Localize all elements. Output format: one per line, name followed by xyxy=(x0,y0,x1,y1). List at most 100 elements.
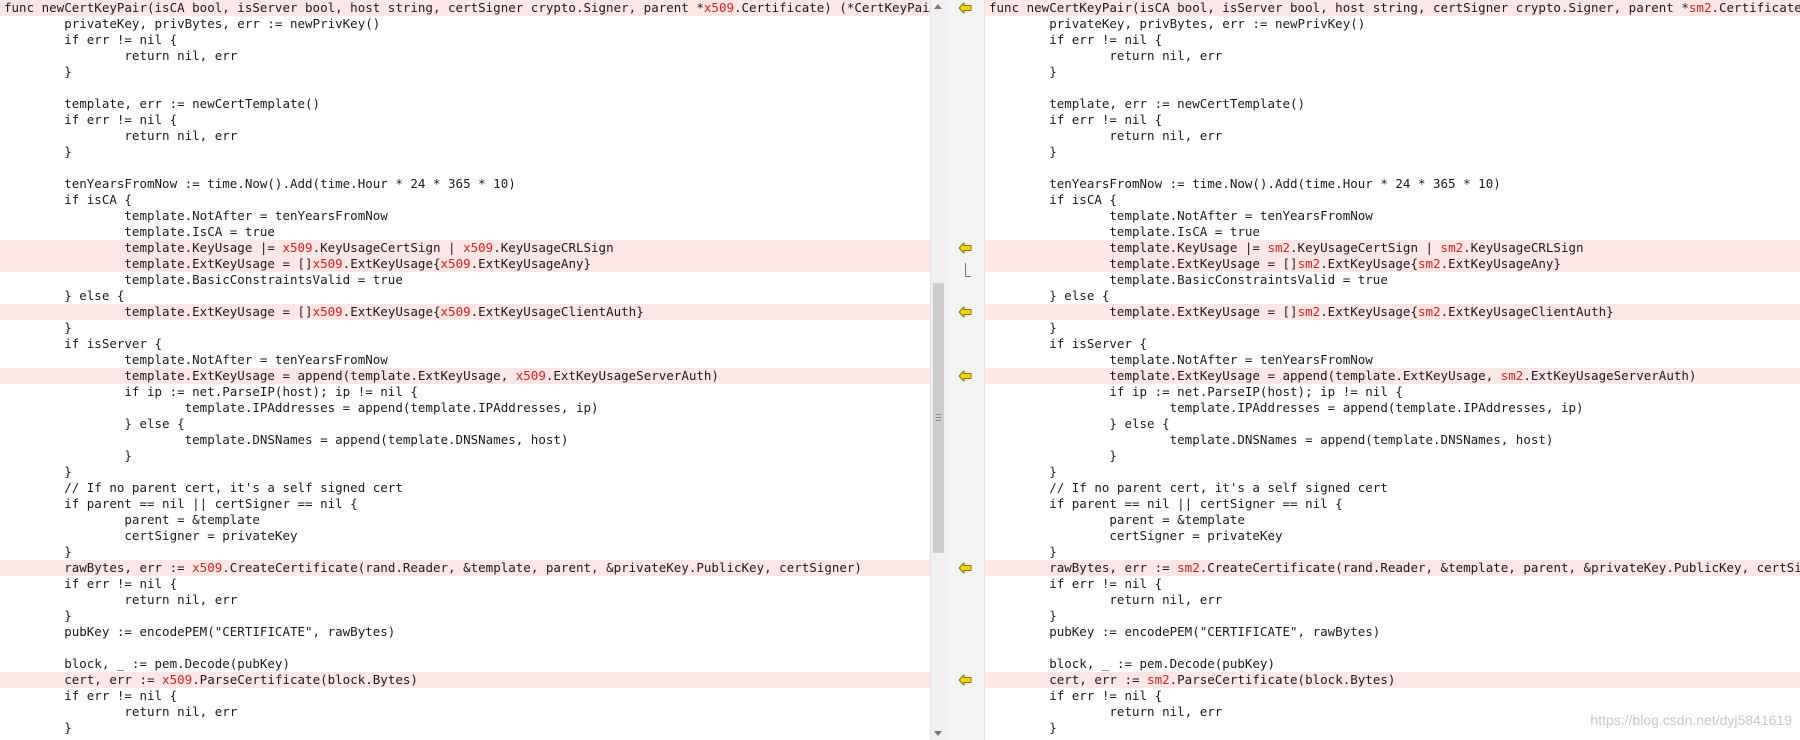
code-line[interactable]: template.NotAfter = tenYearsFromNow xyxy=(985,208,1800,224)
changed-code-line[interactable]: template.ExtKeyUsage = append(template.E… xyxy=(985,368,1800,384)
code-line[interactable]: if err != nil { xyxy=(985,112,1800,128)
code-line[interactable]: template, err := newCertTemplate() xyxy=(0,96,930,112)
code-line[interactable] xyxy=(0,80,930,96)
changed-code-line[interactable]: template.KeyUsage |= sm2.KeyUsageCertSig… xyxy=(985,240,1800,256)
code-line[interactable]: } xyxy=(985,144,1800,160)
left-arrow-icon[interactable] xyxy=(958,242,972,254)
code-line[interactable]: if ip := net.ParseIP(host); ip != nil { xyxy=(985,384,1800,400)
code-line[interactable]: template.DNSNames = append(template.DNSN… xyxy=(0,432,930,448)
code-line[interactable]: if err != nil { xyxy=(985,576,1800,592)
code-line[interactable]: template.BasicConstraintsValid = true xyxy=(0,272,930,288)
code-line[interactable]: tenYearsFromNow := time.Now().Add(time.H… xyxy=(985,176,1800,192)
left-arrow-icon[interactable] xyxy=(958,562,972,574)
code-line[interactable]: } xyxy=(985,544,1800,560)
left-arrow-icon[interactable] xyxy=(958,370,972,382)
changed-code-line[interactable]: rawBytes, err := x509.CreateCertificate(… xyxy=(0,560,930,576)
code-line[interactable]: } xyxy=(985,320,1800,336)
code-line[interactable]: } xyxy=(985,608,1800,624)
changed-code-line[interactable]: rawBytes, err := sm2.CreateCertificate(r… xyxy=(985,560,1800,576)
code-line[interactable]: template.NotAfter = tenYearsFromNow xyxy=(0,208,930,224)
code-line[interactable]: block, _ := pem.Decode(pubKey) xyxy=(985,656,1800,672)
code-line[interactable]: privateKey, privBytes, err := newPrivKey… xyxy=(0,16,930,32)
code-line[interactable]: } else { xyxy=(0,288,930,304)
code-line[interactable]: } xyxy=(985,64,1800,80)
changed-code-line[interactable]: template.ExtKeyUsage = []x509.ExtKeyUsag… xyxy=(0,256,930,272)
code-line[interactable]: } else { xyxy=(0,416,930,432)
code-line[interactable]: return nil, err xyxy=(0,704,930,720)
left-arrow-icon[interactable] xyxy=(958,674,972,686)
code-line[interactable]: } xyxy=(0,144,930,160)
changed-code-line[interactable]: template.ExtKeyUsage = []x509.ExtKeyUsag… xyxy=(0,304,930,320)
code-line[interactable]: } xyxy=(0,448,930,464)
code-line[interactable]: if err != nil { xyxy=(0,32,930,48)
code-line[interactable]: if parent == nil || certSigner == nil { xyxy=(0,496,930,512)
scroll-up-arrow-icon[interactable] xyxy=(934,4,942,9)
code-line[interactable]: if parent == nil || certSigner == nil { xyxy=(985,496,1800,512)
code-line[interactable]: if err != nil { xyxy=(0,688,930,704)
changed-code-line[interactable]: template.ExtKeyUsage = []sm2.ExtKeyUsage… xyxy=(985,304,1800,320)
code-line[interactable]: return nil, err xyxy=(0,128,930,144)
code-line[interactable]: template.NotAfter = tenYearsFromNow xyxy=(985,352,1800,368)
code-line[interactable] xyxy=(985,640,1800,656)
changed-code-line[interactable]: template.ExtKeyUsage = []sm2.ExtKeyUsage… xyxy=(985,256,1800,272)
code-line[interactable]: template.BasicConstraintsValid = true xyxy=(985,272,1800,288)
code-line[interactable]: template.IsCA = true xyxy=(0,224,930,240)
code-line[interactable]: // If no parent cert, it's a self signed… xyxy=(0,480,930,496)
code-line[interactable]: } else { xyxy=(985,416,1800,432)
code-line[interactable] xyxy=(985,160,1800,176)
changed-code-line[interactable]: cert, err := sm2.ParseCertificate(block.… xyxy=(985,672,1800,688)
code-line[interactable]: } xyxy=(985,464,1800,480)
code-line[interactable]: } else { xyxy=(985,288,1800,304)
code-line[interactable]: template.IsCA = true xyxy=(985,224,1800,240)
code-line[interactable]: return nil, err xyxy=(0,48,930,64)
code-line[interactable] xyxy=(0,640,930,656)
scroll-down-arrow-icon[interactable] xyxy=(934,731,942,736)
code-line[interactable]: return nil, err xyxy=(0,592,930,608)
code-line[interactable]: } xyxy=(0,464,930,480)
code-line[interactable]: parent = &template xyxy=(0,512,930,528)
changed-code-line[interactable]: cert, err := x509.ParseCertificate(block… xyxy=(0,672,930,688)
code-line[interactable]: if ip := net.ParseIP(host); ip != nil { xyxy=(0,384,930,400)
code-line[interactable]: pubKey := encodePEM("CERTIFICATE", rawBy… xyxy=(0,624,930,640)
code-line[interactable]: } xyxy=(985,448,1800,464)
code-line[interactable]: block, _ := pem.Decode(pubKey) xyxy=(0,656,930,672)
code-line[interactable]: template.IPAddresses = append(template.I… xyxy=(985,400,1800,416)
code-line[interactable] xyxy=(0,160,930,176)
code-line[interactable]: template.NotAfter = tenYearsFromNow xyxy=(0,352,930,368)
changed-code-line[interactable]: template.ExtKeyUsage = append(template.E… xyxy=(0,368,930,384)
code-line[interactable]: template.DNSNames = append(template.DNSN… xyxy=(985,432,1800,448)
code-line[interactable]: if isServer { xyxy=(985,336,1800,352)
code-line[interactable]: if err != nil { xyxy=(985,32,1800,48)
right-code-pane[interactable]: func newCertKeyPair(isCA bool, isServer … xyxy=(985,0,1800,740)
code-line[interactable] xyxy=(985,80,1800,96)
left-arrow-icon[interactable] xyxy=(958,306,972,318)
code-line[interactable]: } xyxy=(0,608,930,624)
code-line[interactable]: certSigner = privateKey xyxy=(985,528,1800,544)
code-line[interactable]: } xyxy=(0,544,930,560)
code-line[interactable]: } xyxy=(0,720,930,736)
left-arrow-icon[interactable] xyxy=(958,2,972,14)
code-line[interactable]: privateKey, privBytes, err := newPrivKey… xyxy=(985,16,1800,32)
left-code-pane[interactable]: func newCertKeyPair(isCA bool, isServer … xyxy=(0,0,930,740)
changed-code-line[interactable]: template.KeyUsage |= x509.KeyUsageCertSi… xyxy=(0,240,930,256)
code-line[interactable]: return nil, err xyxy=(985,128,1800,144)
code-line[interactable]: if err != nil { xyxy=(985,688,1800,704)
code-line[interactable]: template, err := newCertTemplate() xyxy=(985,96,1800,112)
code-line[interactable]: certSigner = privateKey xyxy=(0,528,930,544)
changed-code-line[interactable]: func newCertKeyPair(isCA bool, isServer … xyxy=(985,0,1800,16)
code-line[interactable]: if err != nil { xyxy=(0,112,930,128)
code-line[interactable]: return nil, err xyxy=(985,592,1800,608)
code-line[interactable]: parent = &template xyxy=(985,512,1800,528)
code-line[interactable]: template.IPAddresses = append(template.I… xyxy=(0,400,930,416)
changed-code-line[interactable]: func newCertKeyPair(isCA bool, isServer … xyxy=(0,0,930,16)
code-line[interactable]: if isServer { xyxy=(0,336,930,352)
code-line[interactable]: pubKey := encodePEM("CERTIFICATE", rawBy… xyxy=(985,624,1800,640)
code-line[interactable]: if isCA { xyxy=(985,192,1800,208)
code-line[interactable]: tenYearsFromNow := time.Now().Add(time.H… xyxy=(0,176,930,192)
code-line[interactable]: if isCA { xyxy=(0,192,930,208)
scrollbar-thumb[interactable] xyxy=(933,283,944,553)
code-line[interactable]: if err != nil { xyxy=(0,576,930,592)
code-line[interactable]: return nil, err xyxy=(985,48,1800,64)
left-vertical-scrollbar[interactable] xyxy=(930,0,946,740)
code-line[interactable]: } xyxy=(0,320,930,336)
